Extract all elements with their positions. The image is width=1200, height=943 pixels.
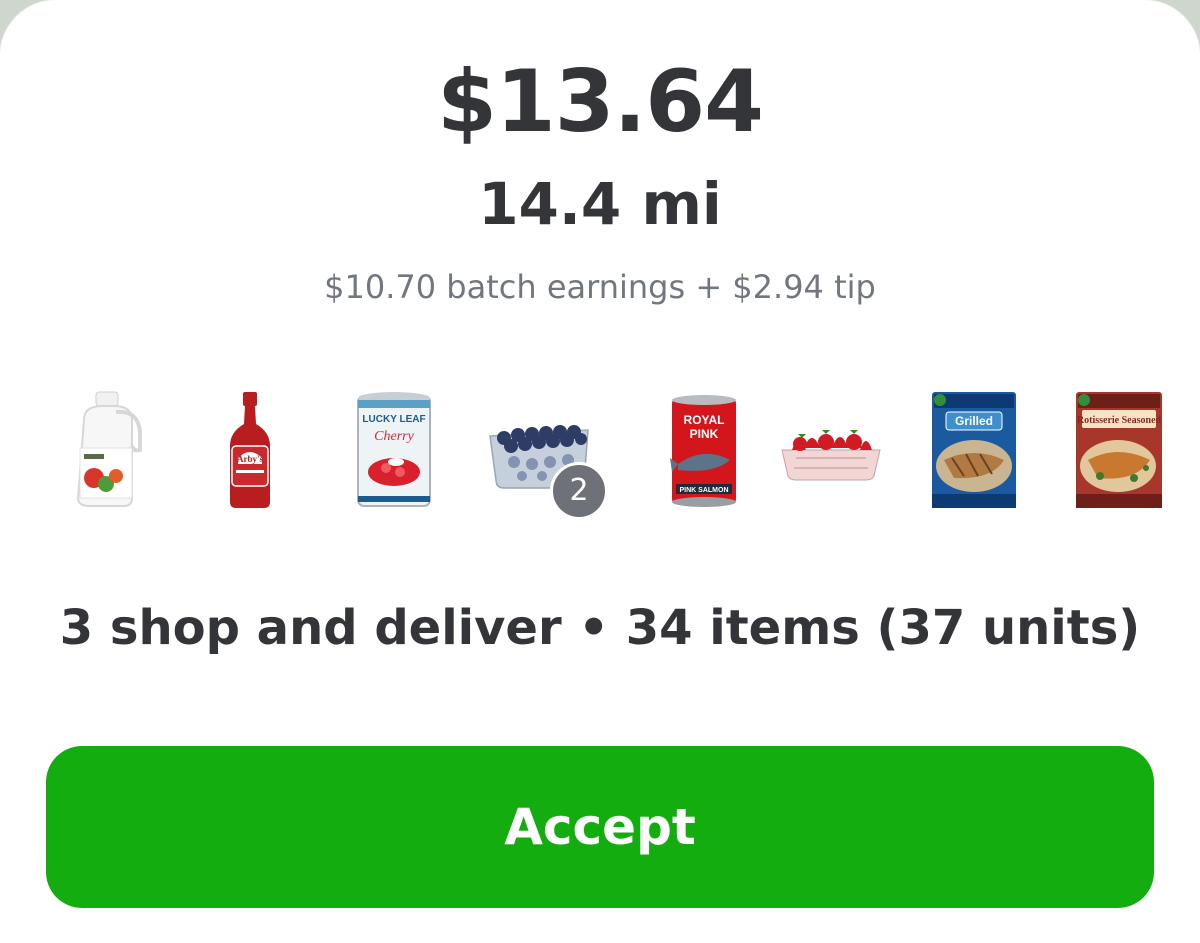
svg-text:LUCKY LEAF: LUCKY LEAF bbox=[362, 414, 425, 425]
svg-text:ROYAL: ROYAL bbox=[684, 413, 725, 427]
svg-text:PINK: PINK bbox=[690, 427, 719, 441]
arbys-sauce-bottle-image: Arby's bbox=[190, 380, 310, 520]
pay-breakdown: $10.70 batch earnings + $2.94 tip bbox=[324, 268, 876, 306]
svg-text:Rotisserie Seasoned: Rotisserie Seasoned bbox=[1077, 415, 1162, 426]
batch-offer-sheet: $13.64 14.4 mi $10.70 batch earnings + $… bbox=[0, 0, 1200, 943]
batch-distance: 14.4 mi bbox=[478, 170, 722, 238]
royal-pink-salmon-can-image: ROYAL PINK PINK SALMON bbox=[644, 380, 764, 520]
item-quantity-badge: 2 bbox=[550, 462, 608, 520]
svg-text:Arby's: Arby's bbox=[237, 454, 264, 464]
white-vinegar-jug-image bbox=[54, 380, 174, 520]
svg-text:PINK SALMON: PINK SALMON bbox=[680, 487, 729, 494]
item-preview-strip[interactable]: Arby's LUCKY LEAF Cherry 2 ROYAL PINK PI… bbox=[40, 380, 1180, 520]
grilled-chicken-bag-image: Grilled bbox=[914, 380, 1034, 520]
svg-text:Cherry: Cherry bbox=[374, 429, 414, 444]
accept-button[interactable]: Accept bbox=[46, 746, 1154, 908]
lucky-leaf-cherry-can-image: LUCKY LEAF Cherry bbox=[334, 380, 454, 520]
strawberries-container-image bbox=[776, 380, 886, 520]
batch-summary: 3 shop and deliver • 34 items (37 units) bbox=[59, 600, 1141, 656]
rotisserie-seasoned-chicken-bag-image: Rotisserie Seasoned bbox=[1060, 380, 1180, 520]
svg-text:Grilled: Grilled bbox=[955, 414, 993, 428]
batch-total-pay: $13.64 bbox=[437, 52, 764, 152]
